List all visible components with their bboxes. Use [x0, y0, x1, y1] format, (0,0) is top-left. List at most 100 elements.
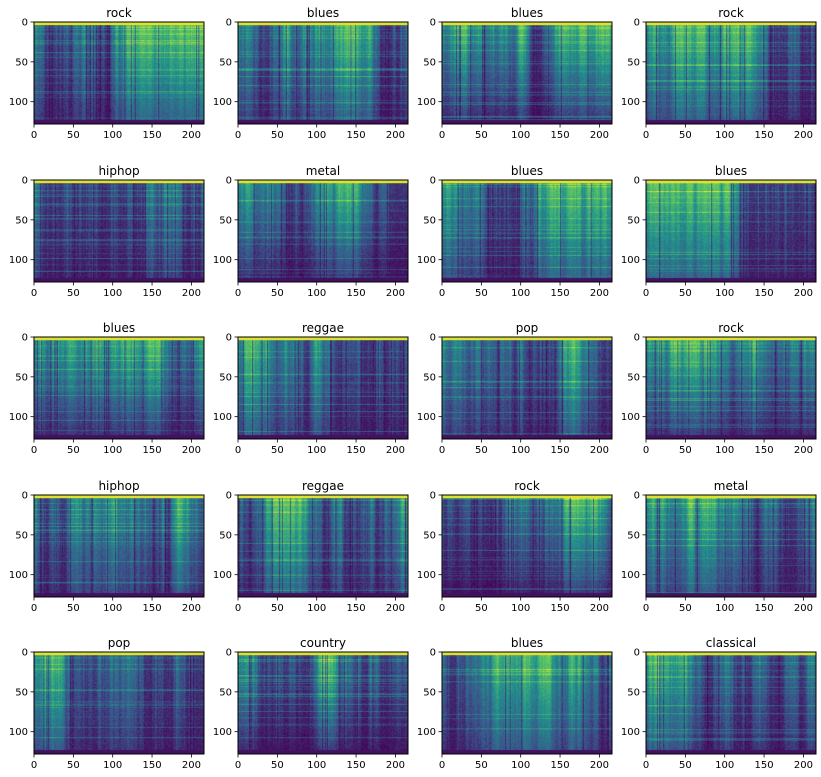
x-tick-label: 50: [475, 603, 488, 614]
y-tick-label: 0: [226, 648, 232, 659]
x-tick-label: 150: [755, 760, 774, 771]
spectrogram-panel-12: rock 0 50 100 150 200 0 50 100: [621, 321, 817, 456]
x-tick-label: 50: [271, 288, 284, 299]
x-tick-label: 50: [271, 760, 284, 771]
x-tick-label: 50: [679, 288, 692, 299]
y-tick-label: 0: [22, 491, 28, 502]
x-tick-label: 100: [307, 603, 326, 614]
spectrogram-image: [238, 495, 408, 597]
panel-title: rock: [718, 6, 744, 20]
x-tick-label: 0: [439, 445, 445, 456]
y-tick-label: 0: [430, 176, 436, 187]
x-tick-label: 100: [511, 288, 530, 299]
y-tick-label: 100: [621, 255, 640, 266]
x-tick-label: 0: [31, 445, 37, 456]
spectrogram-image: [238, 22, 408, 124]
x-tick-label: 150: [143, 288, 162, 299]
x-tick-label: 50: [679, 760, 692, 771]
x-tick-label: 0: [439, 603, 445, 614]
y-tick-label: 50: [15, 687, 28, 698]
y-tick-label: 50: [423, 372, 436, 383]
y-tick-label: 0: [22, 648, 28, 659]
spectrogram-panel-20: classical 0 50 100 150 200 0 50 100: [621, 636, 817, 771]
panel-title: classical: [706, 636, 756, 650]
y-tick-label: 0: [226, 18, 232, 29]
y-tick-label: 50: [219, 372, 232, 383]
x-tick-label: 100: [715, 130, 734, 141]
spectrogram-panel-3: blues 0 50 100 150 200 0 50 100: [417, 6, 613, 141]
y-tick-label: 0: [22, 333, 28, 344]
x-tick-label: 0: [235, 760, 241, 771]
panel-title: rock: [718, 321, 744, 335]
x-tick-label: 200: [386, 288, 405, 299]
x-tick-label: 0: [235, 445, 241, 456]
spectrogram-panel-18: country 0 50 100 150 200 0 50 100: [213, 636, 409, 771]
x-tick-label: 50: [271, 445, 284, 456]
x-tick-label: 200: [386, 760, 405, 771]
x-tick-label: 100: [307, 288, 326, 299]
y-tick-label: 0: [634, 333, 640, 344]
y-tick-label: 0: [430, 491, 436, 502]
spectrogram-image: [442, 180, 612, 282]
x-tick-label: 100: [511, 760, 530, 771]
x-tick-label: 50: [67, 130, 80, 141]
x-tick-label: 150: [143, 603, 162, 614]
x-tick-label: 200: [590, 603, 609, 614]
y-tick-label: 0: [22, 176, 28, 187]
spectrogram-panel-16: metal 0 50 100 150 200 0 50 100: [621, 479, 817, 614]
y-tick-label: 100: [417, 97, 436, 108]
y-tick-label: 100: [621, 97, 640, 108]
x-tick-label: 150: [551, 603, 570, 614]
x-tick-label: 100: [715, 760, 734, 771]
x-tick-label: 200: [794, 288, 813, 299]
panel-title: pop: [516, 321, 539, 335]
x-tick-label: 50: [679, 445, 692, 456]
spectrogram-image: [34, 652, 204, 754]
x-tick-label: 0: [31, 288, 37, 299]
y-tick-label: 100: [621, 570, 640, 581]
x-tick-label: 0: [235, 130, 241, 141]
spectrogram-panel-19: blues 0 50 100 150 200 0 50 100: [417, 636, 613, 771]
y-tick-label: 100: [213, 570, 232, 581]
panel-title: blues: [715, 164, 747, 178]
x-tick-label: 150: [347, 288, 366, 299]
panel-title: blues: [511, 6, 543, 20]
y-tick-label: 100: [9, 255, 28, 266]
y-tick-label: 50: [423, 215, 436, 226]
x-tick-label: 150: [347, 603, 366, 614]
x-tick-label: 100: [715, 288, 734, 299]
spectrogram-image: [238, 337, 408, 439]
spectrogram-image: [34, 180, 204, 282]
y-tick-label: 100: [9, 727, 28, 738]
panel-title: hiphop: [98, 479, 139, 493]
x-tick-label: 50: [475, 445, 488, 456]
x-tick-label: 50: [67, 603, 80, 614]
x-tick-label: 50: [475, 130, 488, 141]
x-tick-label: 50: [271, 603, 284, 614]
y-tick-label: 50: [15, 530, 28, 541]
spectrogram-panel-15: rock 0 50 100 150 200 0 50 100: [417, 479, 613, 614]
y-tick-label: 50: [219, 530, 232, 541]
spectrogram-image: [442, 495, 612, 597]
spectrogram-image: [238, 652, 408, 754]
y-tick-label: 50: [15, 372, 28, 383]
x-tick-label: 100: [307, 445, 326, 456]
x-tick-label: 150: [755, 130, 774, 141]
spectrogram-grid-figure: rock 0 50 100 150 200 0 50 100 blues 0 50 100 150 200 0…: [9, 6, 817, 771]
y-tick-label: 0: [226, 176, 232, 187]
x-tick-label: 150: [347, 445, 366, 456]
panel-title: metal: [306, 164, 340, 178]
y-tick-label: 0: [22, 18, 28, 29]
spectrogram-panel-11: pop 0 50 100 150 200 0 50 100: [417, 321, 613, 456]
y-tick-label: 50: [219, 215, 232, 226]
x-tick-label: 100: [103, 288, 122, 299]
y-tick-label: 50: [627, 687, 640, 698]
panel-title: reggae: [302, 479, 344, 493]
x-tick-label: 50: [67, 288, 80, 299]
x-tick-label: 150: [755, 603, 774, 614]
spectrogram-panel-4: rock 0 50 100 150 200 0 50 100: [621, 6, 817, 141]
x-tick-label: 0: [31, 130, 37, 141]
spectrogram-panel-10: reggae 0 50 100 150 200 0 50 100: [213, 321, 409, 456]
x-tick-label: 50: [679, 603, 692, 614]
y-tick-label: 50: [423, 57, 436, 68]
